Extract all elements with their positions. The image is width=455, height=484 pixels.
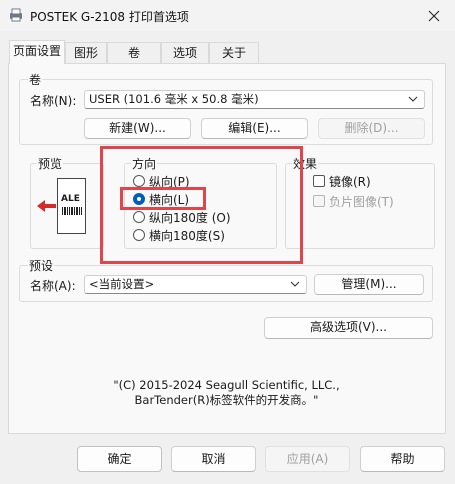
tab-graphics[interactable]: 图形 xyxy=(65,42,107,63)
chevron-down-icon xyxy=(290,281,300,287)
roll-group-title: 卷 xyxy=(28,71,43,88)
highlight-landscape-option xyxy=(120,187,206,210)
copyright-line-1: "(C) 2015-2024 Seagull Scientific, LLC., xyxy=(113,378,340,392)
tab-roll[interactable]: 卷 xyxy=(107,42,161,63)
mirror-checkbox[interactable]: 镜像(R) xyxy=(313,173,423,189)
roll-name-combo[interactable]: USER (101.6 毫米 x 50.8 毫米) xyxy=(84,90,425,109)
negative-image-checkbox[interactable]: 负片图像(T) xyxy=(313,193,428,209)
presets-manage-button[interactable]: 管理(M)... xyxy=(314,274,424,295)
roll-edit-button[interactable]: 编辑(E)... xyxy=(201,118,308,139)
barcode-icon xyxy=(62,207,82,215)
cancel-button[interactable]: 取消 xyxy=(171,446,256,472)
roll-delete-button[interactable]: 删除(D)... xyxy=(318,118,425,139)
advanced-options-button[interactable]: 高级选项(V)... xyxy=(264,317,433,339)
window-title: POSTEK G-2108 打印首选项 xyxy=(30,10,189,24)
presets-name-label: 名称(A): xyxy=(30,279,76,293)
presets-group-title: 预设 xyxy=(28,257,55,274)
tab-about[interactable]: 关于 xyxy=(209,42,259,63)
presets-name-value: <当前设置> xyxy=(89,277,155,291)
roll-name-value: USER (101.6 毫米 x 50.8 毫米) xyxy=(89,92,259,106)
preview-thumbnail: ALE xyxy=(57,178,86,234)
negative-image-checkbox-label: 负片图像(T) xyxy=(329,195,394,209)
help-button[interactable]: 帮助 xyxy=(360,446,445,472)
preview-thumbnail-text: ALE xyxy=(61,194,80,204)
close-icon[interactable] xyxy=(422,6,446,26)
ok-button[interactable]: 确定 xyxy=(77,446,162,472)
presets-name-combo[interactable]: <当前设置> xyxy=(84,275,307,294)
arrow-left-icon xyxy=(37,200,56,212)
printer-app-icon xyxy=(10,8,22,22)
apply-button[interactable]: 应用(A) xyxy=(265,446,350,472)
mirror-checkbox-label: 镜像(R) xyxy=(329,175,371,189)
title-bar: POSTEK G-2108 打印首选项 xyxy=(0,0,455,31)
roll-new-button[interactable]: 新建(W)... xyxy=(84,118,191,139)
negative-image-checkbox-box[interactable] xyxy=(313,195,325,207)
chevron-down-icon xyxy=(408,96,418,102)
preview-group-title: 预览 xyxy=(37,155,64,172)
copyright-line-2: BarTender(R)标签软件的开发商。" xyxy=(134,393,319,407)
mirror-checkbox-box[interactable] xyxy=(313,175,325,187)
tab-options[interactable]: 选项 xyxy=(161,42,209,63)
tab-page-setup[interactable]: 页面设置 xyxy=(9,40,65,64)
roll-name-label: 名称(N): xyxy=(30,94,77,108)
